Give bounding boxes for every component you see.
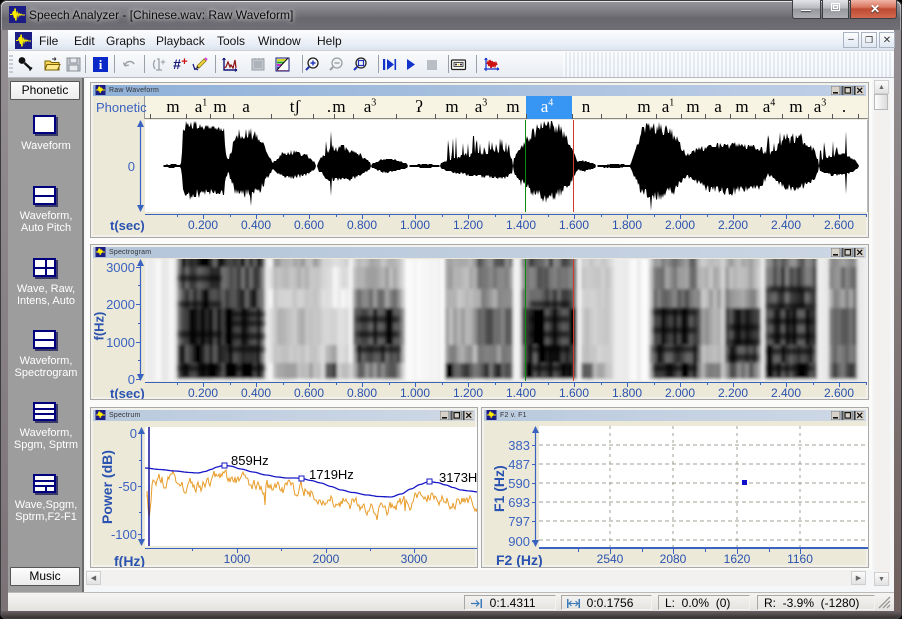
svg-text:+: + bbox=[181, 56, 187, 68]
svg-text:i: i bbox=[99, 57, 103, 72]
svg-text:#: # bbox=[173, 56, 181, 72]
svg-text:+: + bbox=[160, 57, 165, 67]
